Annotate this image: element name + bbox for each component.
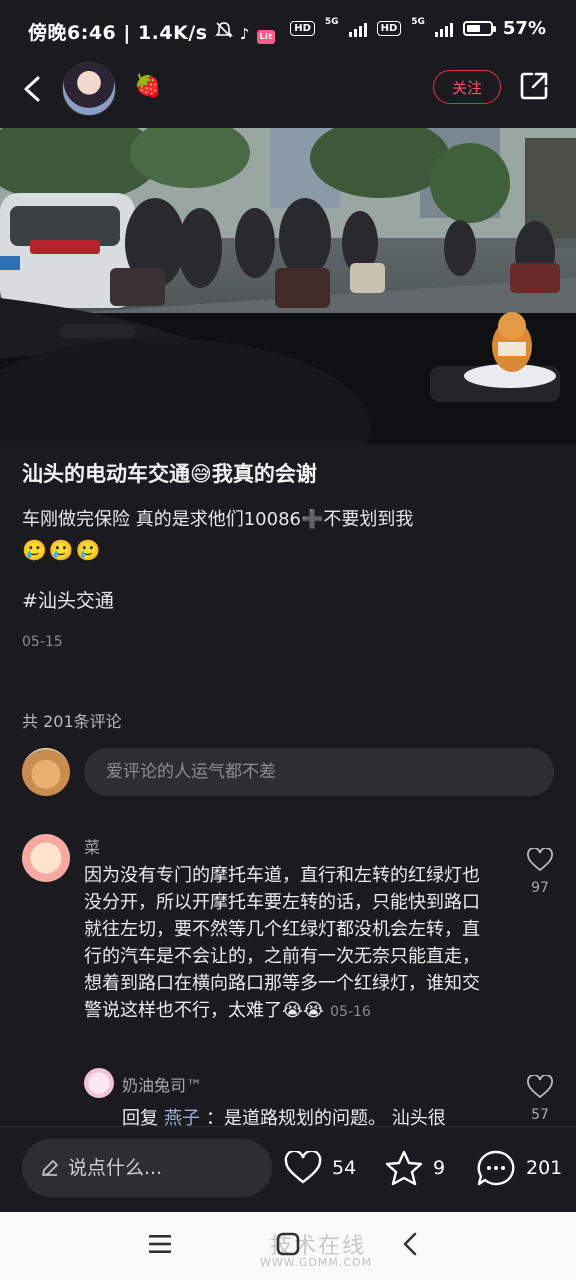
action-bar: 说点什么... 54 9 201 bbox=[0, 1126, 576, 1213]
comment-body: 因为没有专门的摩托车道，直行和左转的红绿灯也没分开，所以开摩托车要左转的话，只能… bbox=[84, 865, 480, 1021]
share-button[interactable] bbox=[518, 70, 550, 102]
reply-like-count: 57 bbox=[531, 1107, 549, 1123]
say-something-label: 说点什么... bbox=[68, 1157, 163, 1179]
post-title: 汕头的电动车交通😅我真的会谢 bbox=[22, 462, 317, 486]
comment-date: 05-16 bbox=[330, 1004, 371, 1020]
traffic-scene-image bbox=[0, 128, 576, 444]
net-type-1: 5G bbox=[324, 16, 339, 27]
hd-tag-1: HD bbox=[290, 21, 315, 36]
heart-icon bbox=[284, 1151, 322, 1184]
comment-avatar[interactable] bbox=[22, 834, 70, 882]
reply-text[interactable]: 回复 燕子 ：是道路规划的问题。 汕头很 bbox=[122, 1104, 502, 1126]
comment-like-count: 97 bbox=[531, 880, 549, 896]
post-body: 车刚做完保险 真的是求他们10086➕不要划到我 bbox=[22, 509, 414, 530]
reply-prefix: 回复 bbox=[122, 1108, 158, 1126]
heart-icon bbox=[527, 1074, 553, 1099]
comment-username[interactable]: 菜 bbox=[84, 834, 100, 858]
reply-like-button[interactable] bbox=[527, 1074, 553, 1099]
chevron-left-icon bbox=[24, 76, 40, 102]
signal-bars-1-icon bbox=[348, 21, 367, 37]
share-icon bbox=[520, 72, 548, 100]
post-emojis: 🥲🥲🥲 bbox=[22, 538, 103, 562]
status-right: HD 5G HD 5G 57% bbox=[290, 16, 546, 39]
hd-tag-2: HD bbox=[376, 21, 402, 36]
status-left: 傍晚6:46 | 1.4K/s ♪ Lit bbox=[28, 18, 276, 45]
comments-count: 201 bbox=[526, 1157, 563, 1179]
comment-count: 共 201条评论 bbox=[22, 712, 122, 731]
system-nav-bar: 技术在线 WWW.GDMM.COM bbox=[0, 1212, 576, 1280]
comments-button[interactable]: 201 bbox=[476, 1149, 562, 1187]
star-icon bbox=[385, 1150, 423, 1186]
comment-input[interactable]: 爱评论的人运气都不差 bbox=[84, 748, 554, 796]
status-time: 傍晚6:46 bbox=[28, 22, 117, 44]
reply-mention[interactable]: 燕子 bbox=[164, 1108, 200, 1126]
author-avatar[interactable] bbox=[62, 62, 116, 116]
status-bar: 傍晚6:46 | 1.4K/s ♪ Lit HD 5G HD 5G 57% bbox=[0, 0, 576, 58]
reply-avatar[interactable] bbox=[84, 1068, 114, 1098]
say-something-input[interactable]: 说点什么... bbox=[22, 1139, 272, 1197]
heart-icon bbox=[527, 847, 553, 872]
battery-icon bbox=[462, 21, 496, 36]
comment-bubble-icon bbox=[477, 1150, 515, 1186]
reply-body: ：是道路规划的问题。 汕头很 bbox=[206, 1108, 446, 1126]
battery-percent: 57% bbox=[502, 18, 546, 39]
like-count: 54 bbox=[332, 1157, 357, 1179]
status-separator: | bbox=[123, 22, 138, 44]
post-photo[interactable] bbox=[0, 128, 576, 444]
battery-fill bbox=[466, 25, 480, 32]
author-badge-emoji: 🍓 bbox=[134, 74, 162, 99]
mute-icon bbox=[214, 22, 240, 44]
follow-button[interactable]: 关注 bbox=[433, 70, 501, 104]
post-date: 05-15 bbox=[22, 634, 63, 650]
hashtag-link[interactable]: #汕头交通 bbox=[22, 586, 114, 613]
back-nav-icon[interactable] bbox=[402, 1232, 418, 1263]
menu-icon[interactable] bbox=[148, 1232, 172, 1262]
comment-text[interactable]: 因为没有专门的摩托车道，直行和左转的红绿灯也没分开，所以开摩托车要左转的话，只能… bbox=[84, 862, 489, 1026]
reply-username[interactable]: 奶油兔司™ bbox=[122, 1072, 202, 1096]
net-type-2: 5G bbox=[411, 16, 425, 27]
app-badge-icon: Lit bbox=[257, 30, 276, 44]
tiktok-icon: ♪ bbox=[239, 25, 250, 43]
home-square-icon[interactable] bbox=[276, 1232, 300, 1263]
pencil-icon bbox=[42, 1160, 58, 1176]
back-button[interactable] bbox=[18, 74, 48, 104]
favorite-count: 9 bbox=[433, 1157, 446, 1179]
like-button[interactable]: 54 bbox=[284, 1149, 356, 1187]
favorite-button[interactable]: 9 bbox=[385, 1149, 445, 1187]
network-speed: 1.4K/s bbox=[137, 22, 208, 44]
top-nav: 🍓 关注 bbox=[0, 58, 576, 128]
my-avatar bbox=[22, 748, 70, 796]
signal-bars-2-icon bbox=[434, 21, 453, 37]
comment-like-button[interactable] bbox=[527, 847, 553, 872]
